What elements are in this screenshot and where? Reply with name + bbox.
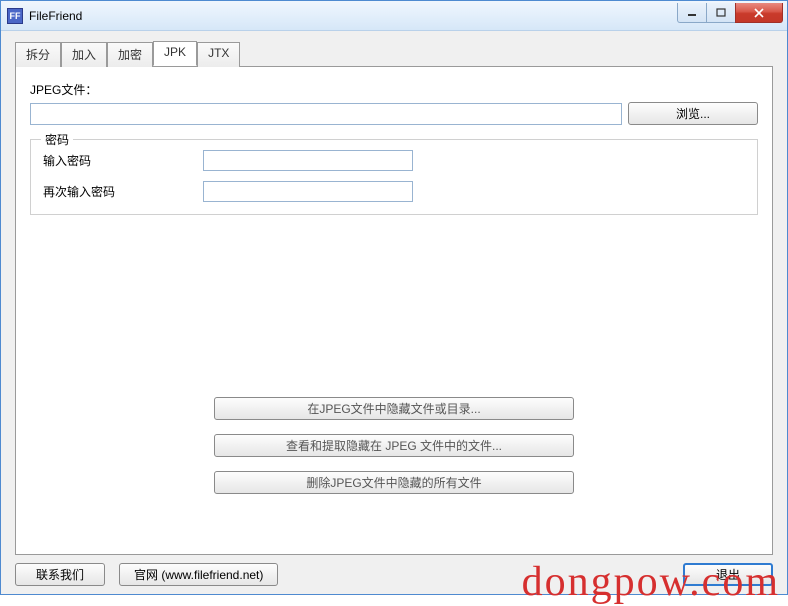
reenter-password-label: 再次输入密码 — [43, 183, 203, 200]
window-title: FileFriend — [29, 9, 678, 23]
jpeg-file-label: JPEG文件： — [30, 81, 97, 98]
minimize-icon — [687, 8, 697, 18]
password-group-title: 密码 — [41, 131, 73, 148]
window-controls — [678, 3, 787, 23]
enter-password-input[interactable] — [203, 150, 413, 171]
tab-encrypt[interactable]: 加密 — [107, 42, 153, 67]
exit-button[interactable]: 退出 — [683, 563, 773, 586]
action-buttons: 在JPEG文件中隐藏文件或目录... 查看和提取隐藏在 JPEG 文件中的文件.… — [30, 397, 758, 494]
tab-panel-jpk: JPEG文件： 浏览... 密码 输入密码 再次输入密码 在JPEG文件中隐藏文… — [15, 66, 773, 555]
app-icon: FF — [7, 8, 23, 24]
tab-split[interactable]: 拆分 — [15, 42, 61, 67]
reenter-password-input[interactable] — [203, 181, 413, 202]
maximize-icon — [716, 8, 726, 18]
website-button[interactable]: 官网 (www.filefriend.net) — [119, 563, 278, 586]
app-window: FF FileFriend 拆分 加入 加密 JPK JTX JPEG文件： — [0, 0, 788, 595]
tab-strip: 拆分 加入 加密 JPK JTX — [15, 41, 773, 66]
titlebar: FF FileFriend — [1, 1, 787, 31]
tab-jtx[interactable]: JTX — [197, 42, 240, 67]
client-area: 拆分 加入 加密 JPK JTX JPEG文件： 浏览... 密码 输入密码 — [1, 31, 787, 594]
delete-hidden-button[interactable]: 删除JPEG文件中隐藏的所有文件 — [214, 471, 574, 494]
jpeg-file-input[interactable] — [30, 103, 622, 125]
password-group: 密码 输入密码 再次输入密码 — [30, 139, 758, 215]
tab-join[interactable]: 加入 — [61, 42, 107, 67]
hide-files-button[interactable]: 在JPEG文件中隐藏文件或目录... — [214, 397, 574, 420]
maximize-button[interactable] — [706, 3, 736, 23]
contact-button[interactable]: 联系我们 — [15, 563, 105, 586]
close-icon — [753, 8, 765, 18]
enter-password-label: 输入密码 — [43, 152, 203, 169]
extract-files-button[interactable]: 查看和提取隐藏在 JPEG 文件中的文件... — [214, 434, 574, 457]
close-button[interactable] — [735, 3, 783, 23]
bottom-bar: 联系我们 官网 (www.filefriend.net) 退出 — [15, 555, 773, 586]
browse-button[interactable]: 浏览... — [628, 102, 758, 125]
minimize-button[interactable] — [677, 3, 707, 23]
tab-jpk[interactable]: JPK — [153, 41, 197, 66]
